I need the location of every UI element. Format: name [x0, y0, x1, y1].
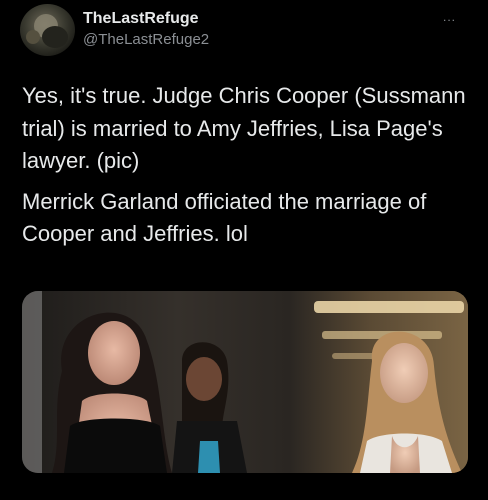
photo-illustration — [22, 291, 468, 473]
tweet-text: Yes, it's true. Judge Chris Cooper (Suss… — [22, 80, 472, 259]
more-dots-icon[interactable]: ... — [443, 11, 456, 23]
avatar[interactable] — [20, 4, 75, 56]
user-handle[interactable]: @TheLastRefuge2 — [83, 31, 209, 48]
tweet-photo[interactable] — [22, 291, 468, 473]
display-name[interactable]: TheLastRefuge — [83, 10, 199, 28]
tweet-paragraph: Merrick Garland officiated the marriage … — [22, 188, 427, 247]
tweet-paragraph: Yes, it's true. Judge Chris Cooper (Suss… — [22, 83, 466, 173]
